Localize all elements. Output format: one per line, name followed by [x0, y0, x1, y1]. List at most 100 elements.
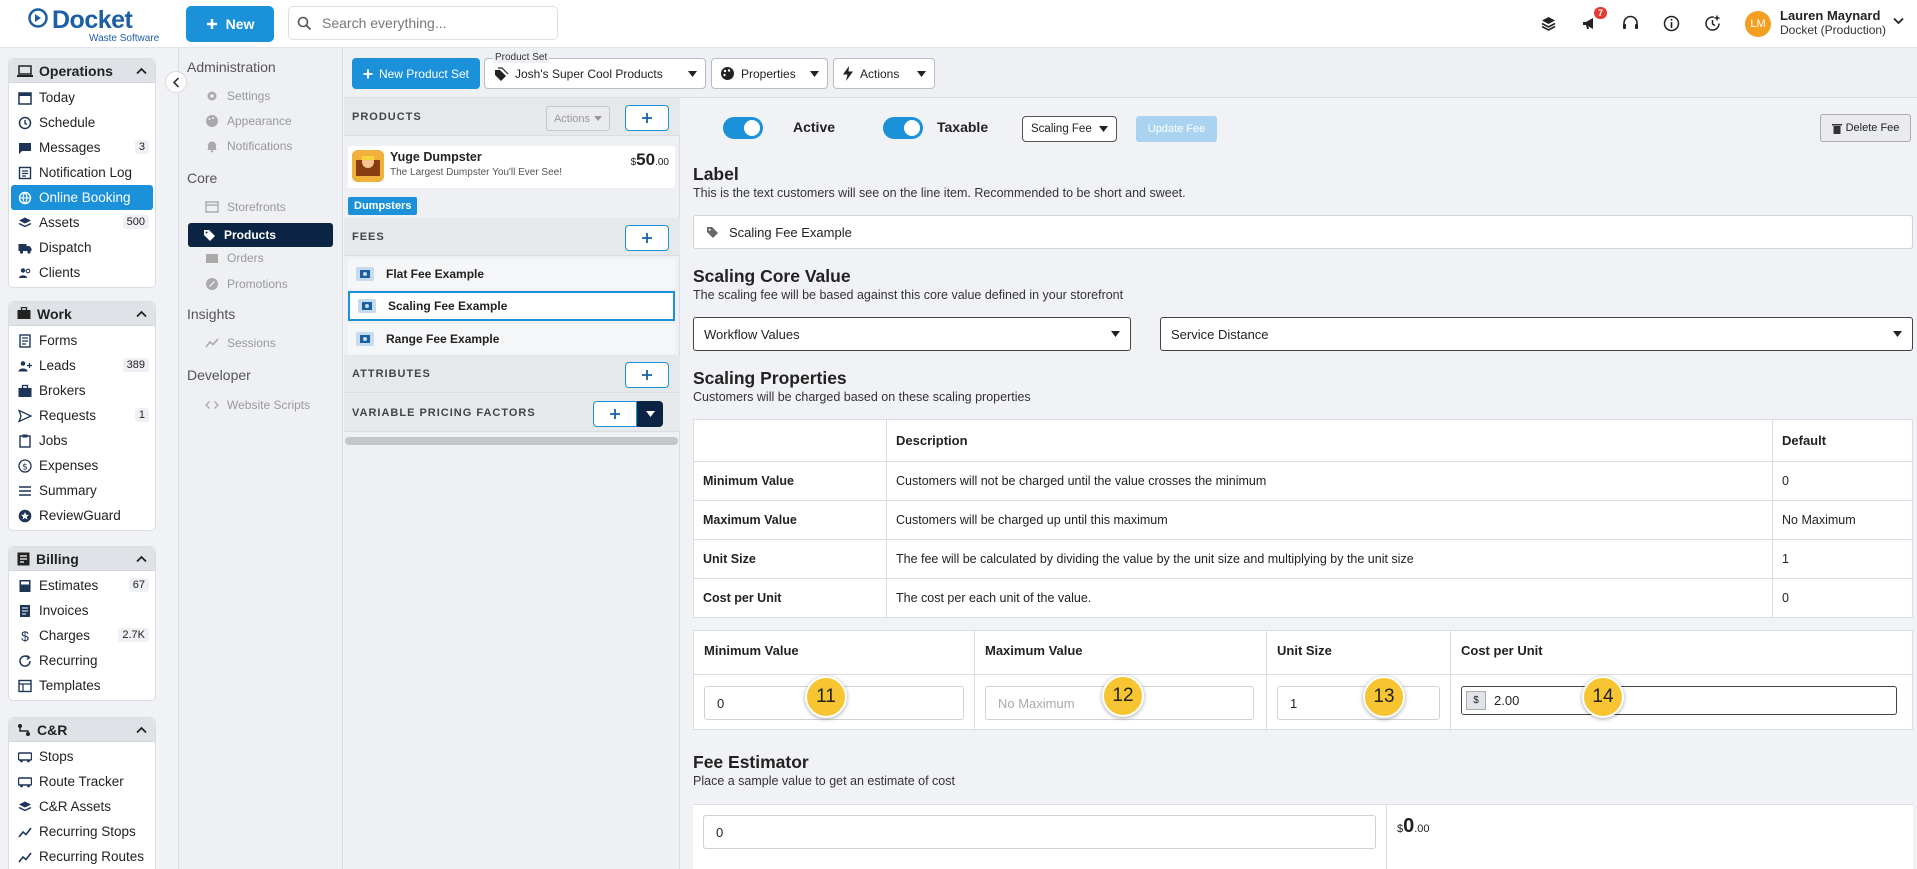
- settings-item-settings[interactable]: Settings: [205, 89, 270, 103]
- caret-down-icon: [1111, 331, 1120, 337]
- active-toggle[interactable]: [723, 117, 763, 139]
- nav-item-cr-assets[interactable]: C&R Assets: [9, 794, 155, 819]
- nav-item-label: Estimates: [39, 578, 99, 593]
- scaling-properties-table: Description Default Minimum Value Custom…: [693, 419, 1913, 618]
- fee-type-select[interactable]: Scaling Fee: [1022, 116, 1117, 142]
- nav-item-stops[interactable]: Stops: [9, 744, 155, 769]
- label-input[interactable]: Scaling Fee Example: [693, 215, 1913, 249]
- nav-item-expenses[interactable]: $ Expenses: [9, 453, 155, 478]
- estimator-input[interactable]: 0: [703, 815, 1376, 849]
- nav-item-notification-log[interactable]: Notification Log: [9, 160, 155, 185]
- storefront-icon: [205, 201, 219, 213]
- nav-item-summary[interactable]: Summary: [9, 478, 155, 503]
- settings-item-products[interactable]: Products: [188, 223, 333, 247]
- products-actions-dropdown[interactable]: Actions: [546, 106, 610, 131]
- settings-item-promotions[interactable]: Promotions: [205, 277, 288, 291]
- nav-item-label: Stops: [39, 749, 74, 764]
- fee-item-range[interactable]: Range Fee Example: [348, 324, 675, 354]
- settings-item-storefronts[interactable]: Storefronts: [205, 200, 286, 214]
- collapse-sidebar-button[interactable]: [165, 71, 187, 93]
- product-set-select[interactable]: Product Set Josh's Super Cool Products: [484, 52, 706, 89]
- nav-item-route-tracker[interactable]: Route Tracker: [9, 769, 155, 794]
- chevron-up-icon[interactable]: [136, 310, 147, 318]
- core-value-select-category[interactable]: Workflow Values: [693, 317, 1131, 351]
- table-header: Default: [1772, 419, 1913, 462]
- settings-item-label: Settings: [227, 89, 271, 103]
- settings-item-label: Notifications: [227, 139, 293, 153]
- nav-group-header-billing[interactable]: Billing: [9, 547, 155, 571]
- nav-item-schedule[interactable]: Schedule: [9, 110, 155, 135]
- product-category-tag[interactable]: Dumpsters: [348, 197, 418, 215]
- nav-item-forms[interactable]: Forms: [9, 328, 155, 353]
- megaphone-icon[interactable]: 7: [1579, 7, 1607, 34]
- invoice-icon: [20, 604, 30, 617]
- docket-logo[interactable]: Docket Waste Software: [26, 5, 159, 44]
- products-header-label: PRODUCTS: [352, 111, 422, 123]
- user-menu[interactable]: Lauren Maynard Docket (Production): [1780, 9, 1886, 38]
- cost-per-unit-input[interactable]: $ 2.00: [1461, 686, 1897, 715]
- info-icon[interactable]: [1661, 13, 1682, 34]
- chevron-down-icon[interactable]: [1893, 17, 1904, 25]
- nav-item-reviewguard[interactable]: ReviewGuard: [9, 503, 155, 528]
- new-product-set-button[interactable]: New Product Set: [352, 58, 480, 89]
- nav-item-label: Today: [39, 90, 76, 105]
- table-cell: Unit Size: [693, 539, 887, 579]
- nav-item-online-booking[interactable]: Online Booking: [11, 185, 153, 210]
- new-button[interactable]: New: [186, 6, 274, 42]
- dollar-circle-icon: $: [18, 458, 32, 473]
- nav-group-header-operations[interactable]: Operations: [9, 59, 155, 83]
- nav-item-clients[interactable]: Clients: [9, 260, 155, 285]
- product-set-value: Josh's Super Cool Products: [515, 66, 663, 81]
- nav-item-messages[interactable]: Messages 3: [9, 135, 155, 160]
- nav-item-assets[interactable]: Assets 500: [9, 210, 155, 235]
- nav-item-jobs[interactable]: Jobs: [9, 428, 155, 453]
- unit-size-input[interactable]: 1: [1277, 686, 1440, 720]
- nav-item-invoices[interactable]: Invoices: [9, 598, 155, 623]
- delete-fee-button[interactable]: Delete Fee: [1820, 114, 1911, 142]
- add-task-icon[interactable]: [1702, 13, 1723, 34]
- fee-item-flat[interactable]: Flat Fee Example: [348, 259, 675, 289]
- nav-item-recurring-routes[interactable]: Recurring Routes: [9, 844, 155, 869]
- table-row: Minimum Value Customers will not be char…: [693, 461, 1913, 501]
- nav-item-charges[interactable]: $ Charges 2.7K: [9, 623, 155, 648]
- settings-item-orders[interactable]: Orders: [205, 251, 264, 265]
- estimator-title: Fee Estimator: [693, 752, 809, 772]
- add-pricing-factor-button[interactable]: [593, 401, 637, 427]
- properties-dropdown[interactable]: Properties: [711, 58, 828, 89]
- table-cell: Customers will not be charged until the …: [886, 461, 1773, 501]
- pricing-factor-menu-button[interactable]: [637, 401, 663, 427]
- search-input[interactable]: Search everything...: [288, 6, 558, 40]
- support-headset-icon[interactable]: [1620, 13, 1641, 34]
- user-avatar[interactable]: LM: [1745, 11, 1771, 37]
- settings-item-website-scripts[interactable]: Website Scripts: [205, 398, 310, 412]
- product-card[interactable]: Yuge Dumpster The Largest Dumpster You'l…: [348, 146, 675, 188]
- settings-item-notifications[interactable]: Notifications: [205, 139, 292, 153]
- settings-item-sessions[interactable]: Sessions: [205, 336, 276, 350]
- fee-item-scaling[interactable]: Scaling Fee Example: [348, 291, 675, 321]
- add-fee-button[interactable]: [625, 225, 669, 251]
- chevron-up-icon[interactable]: [136, 726, 147, 734]
- nav-group-header-work[interactable]: Work: [9, 302, 155, 326]
- nav-item-leads[interactable]: Leads 389: [9, 353, 155, 378]
- nav-item-estimates[interactable]: Estimates 67: [9, 573, 155, 598]
- nav-item-dispatch[interactable]: Dispatch: [9, 235, 155, 260]
- settings-item-appearance[interactable]: Appearance: [205, 114, 292, 128]
- chevron-up-icon[interactable]: [136, 555, 147, 563]
- chevron-up-icon[interactable]: [136, 67, 147, 75]
- update-fee-button[interactable]: Update Fee: [1136, 116, 1217, 142]
- add-product-button[interactable]: [625, 105, 669, 131]
- nav-item-brokers[interactable]: Brokers: [9, 378, 155, 403]
- core-value-select-field[interactable]: Service Distance: [1160, 317, 1913, 351]
- nav-item-templates[interactable]: Templates: [9, 673, 155, 698]
- add-attribute-button[interactable]: [625, 362, 669, 388]
- actions-dropdown[interactable]: Actions: [833, 58, 935, 89]
- table-cell: No Maximum: [1772, 500, 1913, 540]
- horizontal-scrollbar[interactable]: [345, 437, 678, 445]
- nav-item-recurring[interactable]: Recurring: [9, 648, 155, 673]
- taxable-toggle[interactable]: [883, 117, 923, 139]
- nav-group-header-cr[interactable]: C&R: [9, 718, 155, 742]
- nav-item-recurring-stops[interactable]: Recurring Stops: [9, 819, 155, 844]
- nav-item-requests[interactable]: Requests 1: [9, 403, 155, 428]
- layers-stack-icon[interactable]: [1538, 13, 1559, 34]
- nav-item-today[interactable]: Today: [9, 85, 155, 110]
